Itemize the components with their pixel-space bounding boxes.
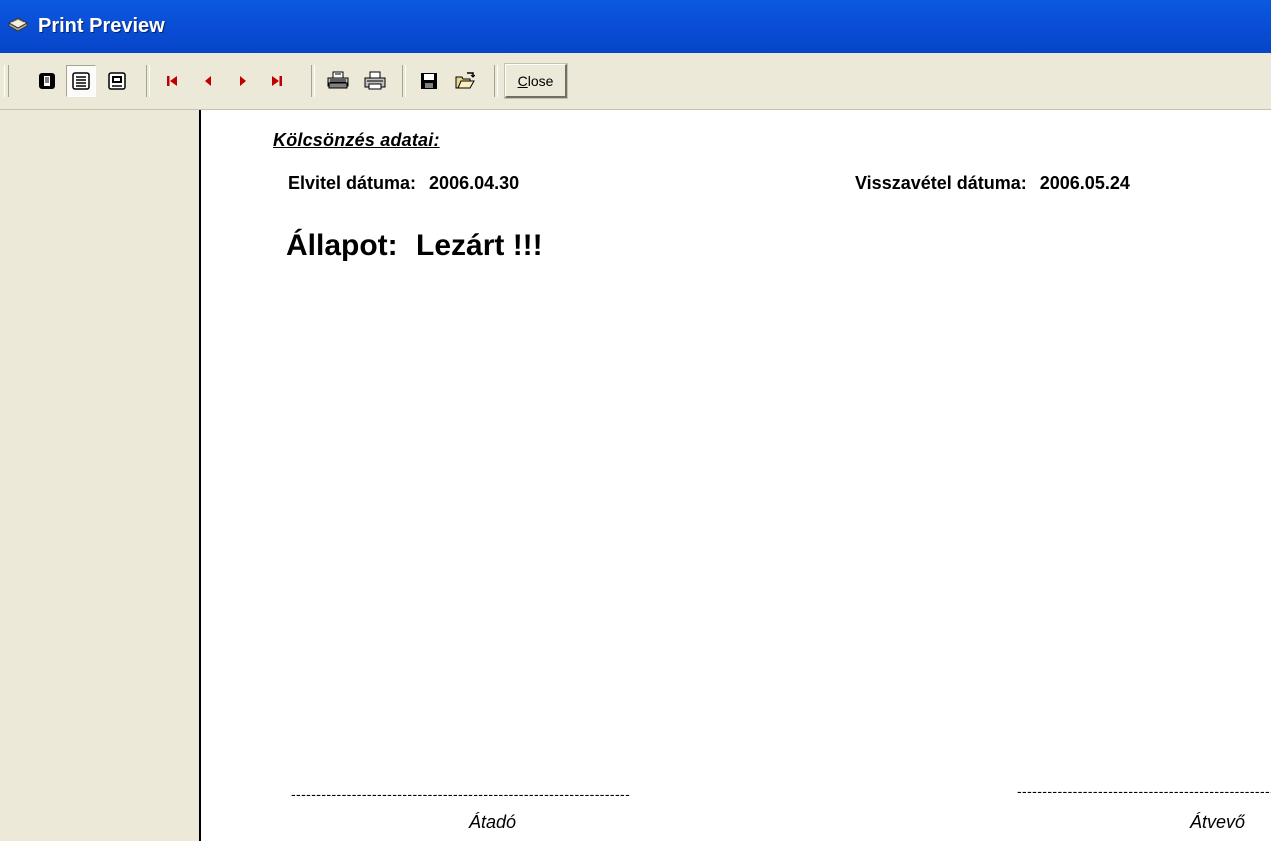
open-button[interactable] [450,65,480,97]
last-page-icon [270,74,284,88]
return-date-label: Visszavétel dátuma: [855,173,1027,193]
multi-page-icon [72,72,90,90]
title-bar: Print Preview [0,0,1271,53]
previous-page-button[interactable] [193,65,223,97]
toolbar-separator [311,65,315,97]
print-button[interactable] [360,65,390,97]
status-line: Állapot: Lezárt !!! [286,229,543,263]
print-setup-icon [327,71,349,91]
toolbar-separator [402,65,406,97]
return-date-value: 2006.05.24 [1039,173,1130,193]
signature-label-left: Átadó [469,812,517,832]
status-value: Lezárt !!! [416,229,543,262]
first-page-icon [165,74,179,88]
print-preview-app-icon [7,15,29,35]
zoom-page-icon [108,72,126,90]
close-button-mnemonic: C [517,72,528,89]
next-page-button[interactable] [228,65,258,97]
preview-sidebar [0,110,199,841]
open-icon [455,72,475,90]
save-button[interactable] [414,65,444,97]
previous-page-icon [201,74,215,88]
pickup-date-value: 2006.04.30 [429,173,520,193]
save-icon [420,72,438,90]
signature-label-right: Átvevő [1190,812,1246,832]
close-button-label: lose [527,72,554,89]
toolbar: Close [0,53,1271,110]
signature-line-left: ----------------------------------------… [291,786,631,802]
return-date: Visszavétel dátuma: 2006.05.24 [855,173,1130,194]
signature-line-right: ----------------------------------------… [1017,783,1271,799]
multi-page-view-button[interactable] [66,65,96,97]
print-icon [364,71,386,91]
toolbar-separator [494,65,498,97]
single-page-view-button[interactable] [32,65,62,97]
close-button[interactable]: Close [504,63,568,99]
zoom-view-button[interactable] [102,65,132,97]
pickup-date: Elvitel dátuma: 2006.04.30 [288,173,519,194]
report-page[interactable]: Kölcsönzés adatai: Elvitel dátuma: 2006.… [201,110,1271,841]
toolbar-grip[interactable] [4,65,9,97]
next-page-icon [236,74,250,88]
status-label: Állapot: [286,229,398,262]
pickup-date-label: Elvitel dátuma: [288,173,417,193]
section-heading: Kölcsönzés adatai: [273,130,440,150]
single-page-icon [38,72,56,90]
window-title: Print Preview [38,15,165,37]
last-page-button[interactable] [262,65,292,97]
toolbar-separator [146,65,150,97]
first-page-button[interactable] [157,65,187,97]
print-setup-button[interactable] [323,65,353,97]
